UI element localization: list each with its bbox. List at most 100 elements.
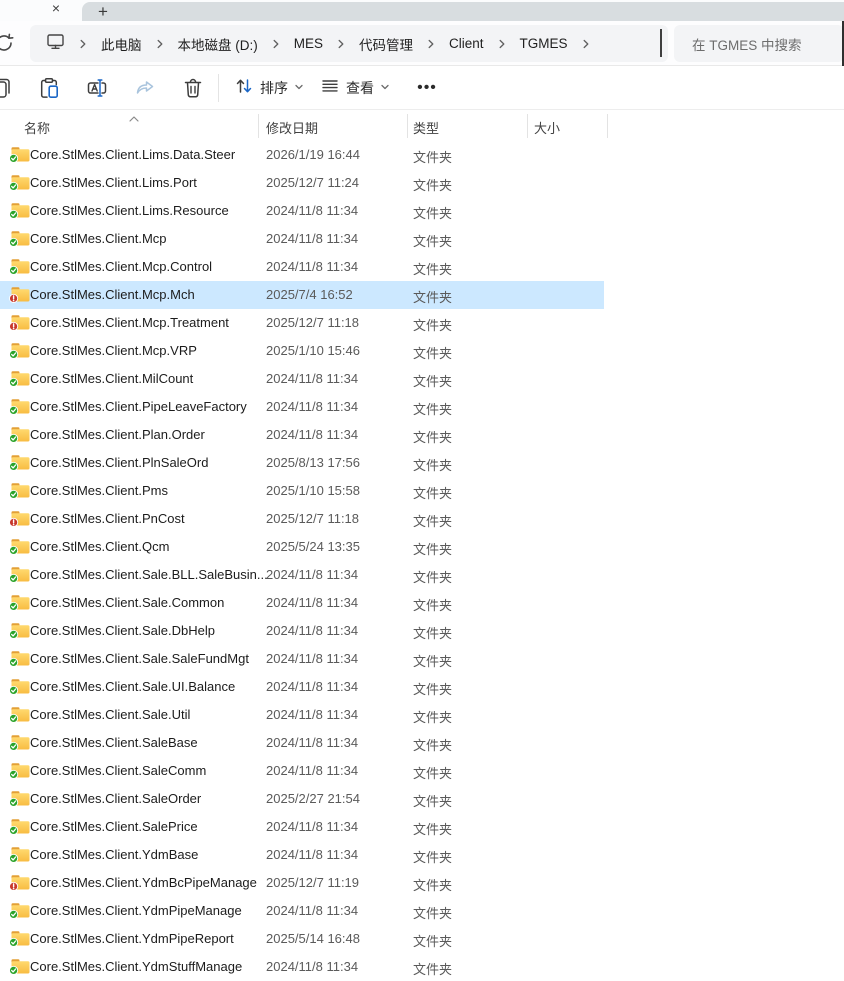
file-date-modified: 2025/5/24 13:35 <box>266 539 360 554</box>
file-name: Core.StlMes.Client.Sale.Util <box>30 707 190 722</box>
file-row[interactable]: Core.StlMes.Client.PlnSaleOrd 2025/8/13 … <box>0 449 844 477</box>
file-type: 文件夹 <box>413 259 452 278</box>
copy-icon[interactable] <box>0 75 14 101</box>
file-row[interactable]: Core.StlMes.Client.SaleBase 2024/11/8 11… <box>0 729 844 757</box>
file-row[interactable]: Core.StlMes.Client.Mcp.Control 2024/11/8… <box>0 253 844 281</box>
refresh-icon[interactable] <box>0 30 17 61</box>
file-row[interactable]: Core.StlMes.Client.YdmBcPipeManage 2025/… <box>0 869 844 897</box>
file-explorer-window: { "colors": { "selection": "#cce8ff", "a… <box>0 0 844 980</box>
sort-label: 排序 <box>260 78 288 98</box>
file-row[interactable]: Core.StlMes.Client.Sale.UI.Balance 2024/… <box>0 673 844 701</box>
file-row[interactable]: Core.StlMes.Client.MilCount 2024/11/8 11… <box>0 365 844 393</box>
file-name: Core.StlMes.Client.Plan.Order <box>30 427 205 442</box>
file-row[interactable]: Core.StlMes.Client.Pms 2025/1/10 15:58 文… <box>0 477 844 505</box>
file-row[interactable]: Core.StlMes.Client.YdmBase 2024/11/8 11:… <box>0 841 844 869</box>
file-type: 文件夹 <box>413 735 452 754</box>
view-icon <box>320 76 340 101</box>
header-divider[interactable] <box>407 114 408 138</box>
folder-ok-icon <box>9 258 30 280</box>
file-row[interactable]: Core.StlMes.Client.YdmPipeReport 2025/5/… <box>0 925 844 953</box>
file-row[interactable]: Core.StlMes.Client.Sale.SaleFundMgt 2024… <box>0 645 844 673</box>
breadcrumb-item[interactable]: 此电脑 <box>101 34 142 54</box>
folder-ok-icon <box>9 342 30 364</box>
file-row[interactable]: Core.StlMes.Client.YdmPipeManage 2024/11… <box>0 897 844 925</box>
column-header-name[interactable]: 名称 <box>24 118 50 137</box>
file-row[interactable]: Core.StlMes.Client.PnCost 2025/12/7 11:1… <box>0 505 844 533</box>
file-row[interactable]: Core.StlMes.Client.Lims.Resource 2024/11… <box>0 197 844 225</box>
address-divider <box>660 29 662 57</box>
folder-modified-icon <box>9 510 30 532</box>
header-divider[interactable] <box>258 114 259 138</box>
share-icon[interactable] <box>132 75 158 101</box>
file-row[interactable]: Core.StlMes.Client.Lims.Port 2025/12/7 1… <box>0 169 844 197</box>
file-name: Core.StlMes.Client.PipeLeaveFactory <box>30 399 247 414</box>
file-list: Core.StlMes.Client.Lims.Data.Steer 2026/… <box>0 141 844 981</box>
file-row[interactable]: Core.StlMes.Client.Sale.Util 2024/11/8 1… <box>0 701 844 729</box>
chevron-right-icon <box>581 39 591 49</box>
breadcrumb-item[interactable]: MES <box>294 36 323 51</box>
breadcrumb-item[interactable]: TGMES <box>520 36 568 51</box>
file-name: Core.StlMes.Client.Mcp.VRP <box>30 343 197 358</box>
column-header-date[interactable]: 修改日期 <box>266 118 318 137</box>
file-row[interactable]: Core.StlMes.Client.Lims.Data.Steer 2026/… <box>0 141 844 169</box>
file-row[interactable]: Core.StlMes.Client.SalePrice 2024/11/8 1… <box>0 813 844 841</box>
file-row[interactable]: Core.StlMes.Client.YdmStuffManage 2024/1… <box>0 953 844 981</box>
file-type: 文件夹 <box>413 343 452 362</box>
chevron-right-icon <box>497 39 507 49</box>
file-row[interactable]: Core.StlMes.Client.Sale.Common 2024/11/8… <box>0 589 844 617</box>
breadcrumb-item[interactable]: Client <box>449 36 484 51</box>
new-tab-button[interactable]: + <box>93 2 113 22</box>
more-options-button[interactable]: ••• <box>410 75 444 101</box>
sort-button[interactable]: 排序 <box>230 73 308 103</box>
close-tab-icon[interactable]: × <box>47 0 65 17</box>
rename-icon[interactable] <box>84 75 110 101</box>
file-row[interactable]: Core.StlMes.Client.Plan.Order 2024/11/8 … <box>0 421 844 449</box>
file-row[interactable]: Core.StlMes.Client.Qcm 2025/5/24 13:35 文… <box>0 533 844 561</box>
file-row[interactable]: Core.StlMes.Client.Mcp.Treatment 2025/12… <box>0 309 844 337</box>
file-row[interactable]: Core.StlMes.Client.SaleOrder 2025/2/27 2… <box>0 785 844 813</box>
file-row[interactable]: Core.StlMes.Client.Sale.BLL.SaleBusin...… <box>0 561 844 589</box>
file-date-modified: 2025/1/10 15:58 <box>266 483 360 498</box>
file-type: 文件夹 <box>413 539 452 558</box>
column-header-size[interactable]: 大小 <box>534 118 560 137</box>
file-row[interactable]: Core.StlMes.Client.Mcp.Mch 2025/7/4 16:5… <box>0 281 844 309</box>
file-name: Core.StlMes.Client.PlnSaleOrd <box>30 455 208 470</box>
file-date-modified: 2025/8/13 17:56 <box>266 455 360 470</box>
file-date-modified: 2024/11/8 11:34 <box>266 651 358 666</box>
sort-ascending-icon <box>128 110 140 128</box>
file-name: Core.StlMes.Client.SaleComm <box>30 763 206 778</box>
folder-ok-icon <box>9 174 30 196</box>
breadcrumb-item[interactable]: 本地磁盘 (D:) <box>178 34 258 54</box>
folder-ok-icon <box>9 930 30 952</box>
file-row[interactable]: Core.StlMes.Client.SaleComm 2024/11/8 11… <box>0 757 844 785</box>
file-row[interactable]: Core.StlMes.Client.Mcp.VRP 2025/1/10 15:… <box>0 337 844 365</box>
header-divider[interactable] <box>527 114 528 138</box>
column-header-type[interactable]: 类型 <box>413 118 439 137</box>
file-date-modified: 2024/11/8 11:34 <box>266 735 358 750</box>
delete-icon[interactable] <box>180 75 206 101</box>
paste-icon[interactable] <box>36 75 62 101</box>
search-box[interactable]: 在 TGMES 中搜索 <box>674 25 844 62</box>
file-name: Core.StlMes.Client.SaleBase <box>30 735 198 750</box>
address-bar-row: 此电脑 本地磁盘 (D:) MES 代码管理 Client TGMES 在 TG… <box>0 21 844 66</box>
file-row[interactable]: Core.StlMes.Client.Mcp 2024/11/8 11:34 文… <box>0 225 844 253</box>
file-type: 文件夹 <box>413 959 452 978</box>
command-toolbar: 排序 查看 ••• <box>0 66 844 110</box>
file-row[interactable]: Core.StlMes.Client.Sale.DbHelp 2024/11/8… <box>0 617 844 645</box>
file-name: Core.StlMes.Client.Qcm <box>30 539 169 554</box>
view-button[interactable]: 查看 <box>316 73 394 103</box>
toolbar-divider <box>218 74 219 102</box>
file-date-modified: 2024/11/8 11:34 <box>266 623 358 638</box>
file-type: 文件夹 <box>413 203 452 222</box>
folder-ok-icon <box>9 734 30 756</box>
file-type: 文件夹 <box>413 399 452 418</box>
breadcrumb-item[interactable]: 代码管理 <box>359 34 413 54</box>
header-divider[interactable] <box>607 114 608 138</box>
file-type: 文件夹 <box>413 147 452 166</box>
address-bar[interactable]: 此电脑 本地磁盘 (D:) MES 代码管理 Client TGMES <box>30 25 668 62</box>
file-row[interactable]: Core.StlMes.Client.PipeLeaveFactory 2024… <box>0 393 844 421</box>
file-date-modified: 2024/11/8 11:34 <box>266 399 358 414</box>
file-name: Core.StlMes.Client.Sale.UI.Balance <box>30 679 235 694</box>
file-date-modified: 2025/2/27 21:54 <box>266 791 360 806</box>
file-name: Core.StlMes.Client.Mcp <box>30 231 167 246</box>
